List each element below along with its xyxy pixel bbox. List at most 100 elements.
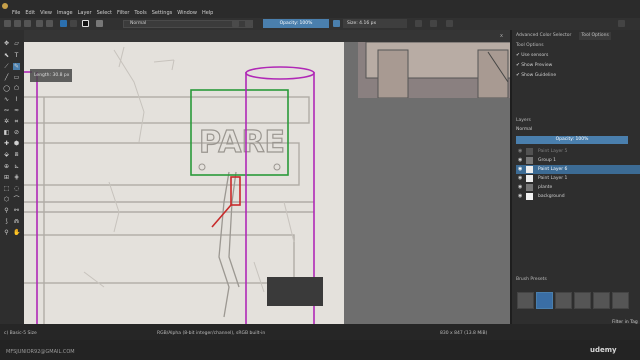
- layer-row[interactable]: ◉ Paint Layer 5: [516, 147, 640, 156]
- size-slider[interactable]: Size: 4.16 px: [343, 19, 407, 28]
- brush-preset-item[interactable]: [593, 292, 610, 309]
- foreground-color-swatch[interactable]: [82, 20, 89, 27]
- reference-tool-icon[interactable]: ⊞: [3, 174, 10, 181]
- transform-tool-icon[interactable]: ▱: [13, 40, 20, 47]
- show-preview-option[interactable]: ✔ Show Preview: [516, 63, 552, 68]
- contiguous-select-icon[interactable]: ⚲: [3, 207, 10, 214]
- zoom-tool-icon[interactable]: ⚲: [3, 229, 10, 236]
- menu-window[interactable]: Window: [177, 11, 197, 16]
- status-bar: [0, 324, 640, 340]
- new-document-icon[interactable]: [4, 20, 11, 27]
- reference-image[interactable]: [358, 42, 510, 99]
- enclose-fill-icon[interactable]: ⧈: [13, 151, 20, 158]
- mirror-horizontal-icon[interactable]: [415, 20, 422, 27]
- document-tab[interactable]: 00 - cerca pare.png *: [24, 30, 510, 69]
- ellipse-select-icon[interactable]: ◌: [13, 185, 20, 192]
- line-tool-icon[interactable]: ╱: [3, 74, 10, 81]
- canvas-dark-box: [267, 277, 323, 306]
- use-sensors-option[interactable]: ✔ Use sensors: [516, 53, 548, 58]
- rect-select-icon[interactable]: ⬚: [3, 185, 10, 192]
- bezier-tool-icon[interactable]: ⌇: [13, 96, 20, 103]
- open-document-icon[interactable]: [14, 20, 21, 27]
- menu-view[interactable]: View: [40, 11, 52, 16]
- rectangle-tool-icon[interactable]: ▭: [13, 74, 20, 81]
- polygon-select-icon[interactable]: ⬡: [3, 196, 10, 203]
- menu-file[interactable]: File: [12, 11, 20, 16]
- menu-settings[interactable]: Settings: [152, 11, 173, 16]
- layer-row[interactable]: ◉ background: [516, 192, 640, 201]
- eraser-mode-icon[interactable]: [232, 20, 239, 27]
- menu-select[interactable]: Select: [97, 11, 112, 16]
- menu-image[interactable]: Image: [57, 11, 73, 16]
- close-document-icon[interactable]: x: [500, 33, 503, 39]
- ellipse-tool-icon[interactable]: ◯: [3, 85, 10, 92]
- similar-select-icon[interactable]: ⚯: [13, 207, 20, 214]
- colorize-mask-icon[interactable]: ✚: [3, 140, 10, 147]
- gradient-icon[interactable]: [60, 20, 67, 27]
- pan-tool-icon[interactable]: ✋: [13, 229, 20, 236]
- perspective-grid-icon[interactable]: ⋕: [13, 174, 20, 181]
- smart-patch-icon[interactable]: ⬢: [13, 140, 20, 147]
- crop-tool-icon[interactable]: ⌗: [13, 118, 20, 125]
- fence-board-3: [24, 234, 295, 284]
- visibility-eye-icon[interactable]: ◉: [518, 156, 522, 165]
- visibility-eye-icon[interactable]: ◉: [518, 165, 522, 174]
- move-tool-icon[interactable]: ✥: [3, 40, 10, 47]
- opacity-slider[interactable]: Opacity: 100%: [263, 19, 329, 28]
- visibility-eye-icon[interactable]: ◉: [518, 174, 522, 183]
- polygon-tool-icon[interactable]: ⬠: [13, 85, 20, 92]
- pattern-icon[interactable]: [70, 20, 77, 27]
- undo-icon[interactable]: [36, 20, 43, 27]
- mirror-vertical-icon[interactable]: [430, 20, 437, 27]
- layer-row[interactable]: ◉ Paint Layer 1: [516, 174, 640, 183]
- layer-row[interactable]: ◉ Group 1: [516, 156, 640, 165]
- freehand-brush-icon[interactable]: ✎: [13, 63, 20, 70]
- brush-preset-item[interactable]: [555, 292, 572, 309]
- text-tool-icon[interactable]: T: [13, 52, 20, 59]
- menu-help[interactable]: Help: [202, 11, 213, 16]
- krita-logo-icon: [2, 3, 8, 9]
- size-lock-icon[interactable]: [333, 20, 340, 27]
- visibility-eye-icon[interactable]: ◉: [518, 147, 522, 156]
- polyline-tool-icon[interactable]: ∿: [3, 96, 10, 103]
- brush-preset-item[interactable]: [536, 292, 553, 309]
- gradient-tool-icon[interactable]: ◧: [3, 129, 10, 136]
- tab-advanced-color-selector[interactable]: Advanced Color Selector: [514, 32, 573, 40]
- tab-tool-options[interactable]: Tool Options: [579, 32, 611, 40]
- fill-tool-icon[interactable]: ⬙: [3, 151, 10, 158]
- layer-name: Group 1: [538, 158, 556, 163]
- brush-preset-item[interactable]: [574, 292, 591, 309]
- layers-opacity-slider[interactable]: Opacity: 100%: [516, 136, 628, 144]
- menu-edit[interactable]: Edit: [25, 11, 35, 16]
- layer-row[interactable]: ◉ plante: [516, 183, 640, 192]
- brush-preset-icon[interactable]: [96, 20, 103, 27]
- preserve-alpha-icon[interactable]: [245, 20, 252, 27]
- workspace-icon[interactable]: [618, 20, 625, 27]
- show-guideline-option[interactable]: ✔ Show Guideline: [516, 73, 556, 78]
- layers-blend-mode[interactable]: Normal: [516, 127, 532, 132]
- layer-thumbnail: [526, 193, 533, 200]
- save-document-icon[interactable]: [24, 20, 31, 27]
- menu-layer[interactable]: Layer: [78, 11, 92, 16]
- measure-tool-icon[interactable]: ⊾: [13, 163, 20, 170]
- magnetic-select-icon[interactable]: ⋒: [13, 218, 20, 225]
- edit-shapes-icon[interactable]: ⟋: [3, 63, 10, 70]
- dynamic-brush-icon[interactable]: ≈: [13, 107, 20, 114]
- menu-tools[interactable]: Tools: [134, 11, 146, 16]
- layer-row[interactable]: ◉ Paint Layer 6: [516, 165, 640, 174]
- freehand-select-icon[interactable]: ⌒: [13, 196, 20, 203]
- layer-name: Paint Layer 1: [538, 176, 568, 181]
- visibility-eye-icon[interactable]: ◉: [518, 183, 522, 192]
- assistant-tool-icon[interactable]: ⊕: [3, 163, 10, 170]
- select-shape-icon[interactable]: ⬉: [3, 52, 10, 59]
- color-sampler-icon[interactable]: ⊘: [13, 129, 20, 136]
- freehand-path-icon[interactable]: ∾: [3, 107, 10, 114]
- brush-preset-item[interactable]: [612, 292, 629, 309]
- bezier-select-icon[interactable]: ⟆: [3, 218, 10, 225]
- redo-icon[interactable]: [46, 20, 53, 27]
- visibility-eye-icon[interactable]: ◉: [518, 192, 522, 201]
- wrap-around-icon[interactable]: [446, 20, 453, 27]
- brush-preset-item[interactable]: [517, 292, 534, 309]
- multibrush-icon[interactable]: ✲: [3, 118, 10, 125]
- menu-filter[interactable]: Filter: [117, 11, 129, 16]
